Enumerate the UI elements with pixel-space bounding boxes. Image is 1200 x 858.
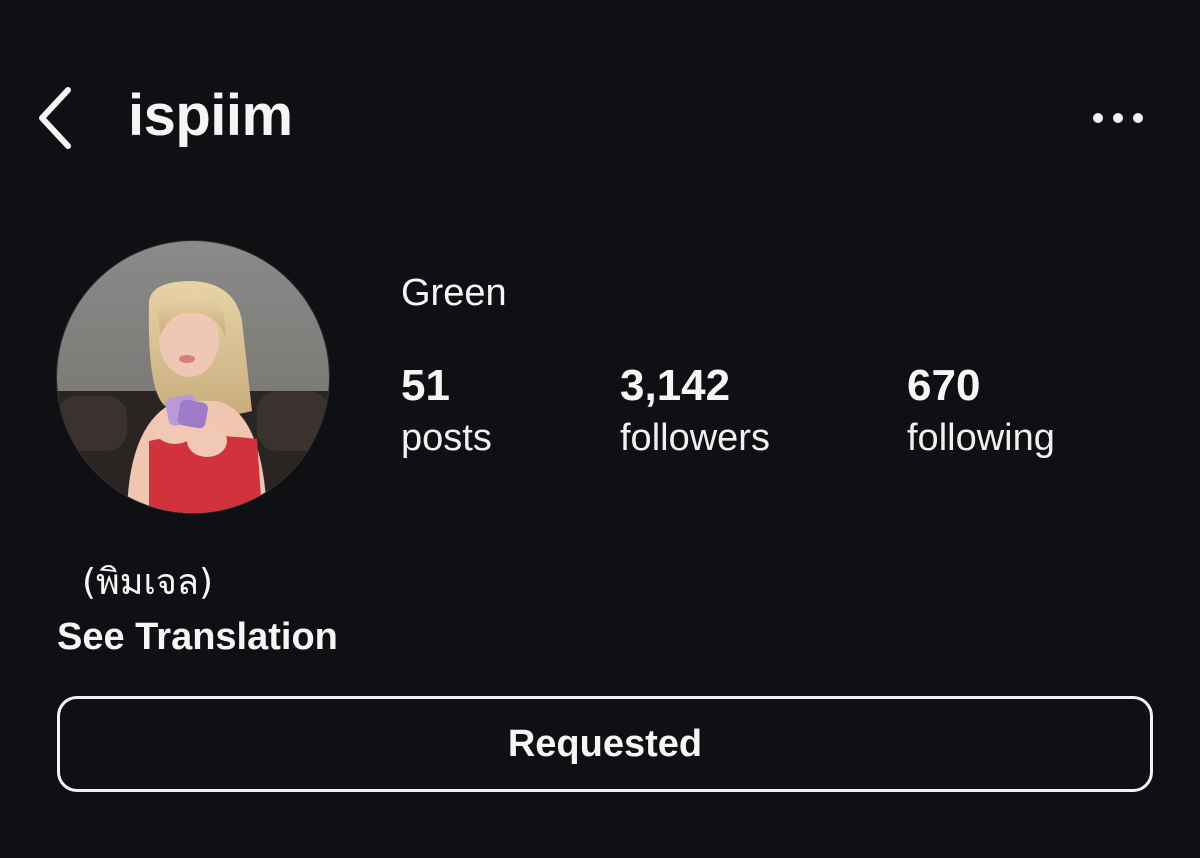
following-count: 670 <box>907 361 981 410</box>
username-title: ispiim <box>128 83 293 148</box>
posts-label: posts <box>401 417 492 459</box>
back-button[interactable] <box>26 78 86 158</box>
posts-count: 51 <box>401 361 450 410</box>
chevron-left-icon <box>39 87 71 149</box>
followers-count: 3,142 <box>620 361 731 410</box>
bio-text: (พิมเจล) <box>82 562 214 603</box>
followers-stat[interactable]: 3,142 followers <box>620 360 770 464</box>
display-name: Green <box>401 272 507 314</box>
following-label: following <box>907 417 1055 459</box>
following-stat[interactable]: 670 following <box>907 360 1055 464</box>
more-horizontal-icon <box>1093 113 1143 123</box>
more-options-button[interactable] <box>1080 90 1156 146</box>
see-translation-link[interactable]: See Translation <box>57 612 338 662</box>
profile-header: ispiim <box>0 60 1200 170</box>
requested-button[interactable]: Requested <box>57 696 1153 792</box>
profile-photo <box>57 241 329 513</box>
followers-label: followers <box>620 417 770 459</box>
profile-screen: ispiim Green 51 posts 3,142 followers 67… <box>0 0 1200 858</box>
avatar[interactable] <box>56 240 330 514</box>
posts-stat[interactable]: 51 posts <box>401 360 492 464</box>
